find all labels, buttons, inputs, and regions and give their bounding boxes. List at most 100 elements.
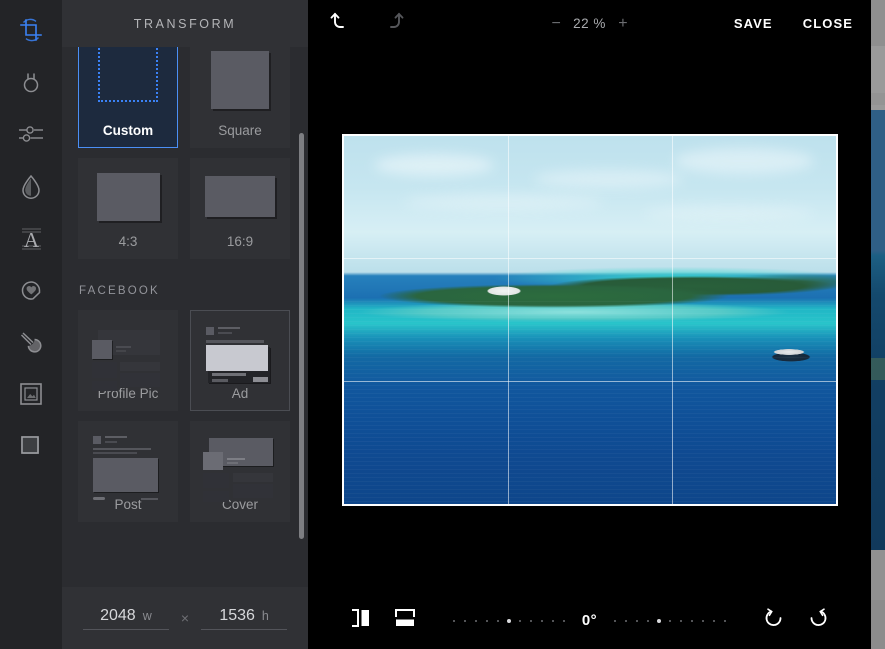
preset-label: Post <box>114 497 142 512</box>
transform-panel: TRANSFORM Custom Square 4:3 16:9 FACEBOO… <box>62 0 308 649</box>
rail-item-adjust[interactable] <box>0 108 62 160</box>
dial-tick <box>664 619 675 622</box>
zoom-in-button[interactable]: + <box>616 15 630 33</box>
rail-item-sticker[interactable] <box>0 264 62 316</box>
dial-tick <box>675 619 686 622</box>
save-button[interactable]: SAVE <box>734 16 773 31</box>
preset-tile-custom[interactable]: Custom <box>78 47 178 148</box>
rail-item-text[interactable]: A <box>0 212 62 264</box>
topbar-actions: SAVE CLOSE <box>734 16 853 31</box>
preset-art-ad <box>191 311 289 386</box>
rotation-value: 0° <box>581 612 598 629</box>
dotted-crop-icon <box>98 47 158 102</box>
zoom-out-button[interactable]: − <box>549 15 563 33</box>
flip-vertical-button[interactable] <box>383 601 427 641</box>
crop-frame[interactable] <box>341 133 838 506</box>
preset-tile-4-3[interactable]: 4:3 <box>78 158 178 259</box>
dial-tick <box>548 619 559 622</box>
dial-tick <box>697 619 708 622</box>
dial-tick <box>526 619 537 622</box>
rail-item-vignette[interactable] <box>0 420 62 472</box>
height-unit: h <box>261 608 269 623</box>
section-title-facebook: FACEBOOK <box>79 285 160 297</box>
preset-art-profile-pic <box>79 311 177 391</box>
rotation-dial[interactable]: 0° <box>449 612 730 629</box>
preset-tile-ad[interactable]: Ad <box>190 310 290 411</box>
dial-tick <box>449 619 460 622</box>
dial-tick <box>708 619 719 622</box>
dial-tick-major <box>653 618 664 623</box>
preset-tile-profile-pic[interactable]: Profile Pic <box>78 310 178 411</box>
dial-tick <box>537 619 548 622</box>
panel-header: TRANSFORM <box>62 0 308 47</box>
redo-icon <box>382 9 406 38</box>
panel-title: TRANSFORM <box>133 16 237 31</box>
height-value: 1536 <box>219 606 255 624</box>
flip-vertical-icon <box>394 608 416 633</box>
dial-ticks-right <box>609 618 730 623</box>
frame-icon <box>18 381 44 407</box>
dial-tick <box>620 619 631 622</box>
dial-tick <box>609 619 620 622</box>
bottom-toolbar: 0° <box>308 592 871 649</box>
rail-item-light[interactable] <box>0 56 62 108</box>
rail-item-brush[interactable] <box>0 316 62 368</box>
width-field[interactable]: 2048 w <box>82 606 169 630</box>
top-toolbar: − 22 % + SAVE CLOSE <box>308 0 871 47</box>
flip-horizontal-button[interactable] <box>339 601 383 641</box>
preset-label: 4:3 <box>118 234 138 249</box>
dial-tick <box>471 619 482 622</box>
rotate-counterclockwise-icon <box>763 607 785 634</box>
dial-tick <box>719 619 730 622</box>
close-button[interactable]: CLOSE <box>803 16 853 31</box>
text-a-icon: A <box>18 225 45 252</box>
preset-tile-post[interactable]: Post <box>78 421 178 522</box>
aspect-preset-grid: Custom Square 4:3 16:9 <box>78 47 292 259</box>
svg-text:A: A <box>23 228 39 252</box>
dial-tick <box>642 619 653 622</box>
vignette-square-icon <box>18 433 44 459</box>
rotate-clockwise-icon <box>807 607 829 634</box>
dimension-bar: 2048 w × 1536 h <box>62 587 308 649</box>
zoom-level: 22 % <box>573 16 606 31</box>
dial-tick-major <box>504 618 515 623</box>
ratio-swatch <box>96 172 160 221</box>
panel-scrollbar[interactable] <box>299 133 304 539</box>
dial-tick <box>493 619 504 622</box>
sticker-heart-icon <box>18 277 45 304</box>
dial-tick <box>559 619 570 622</box>
width-value: 2048 <box>100 606 136 624</box>
dial-tick <box>460 619 471 622</box>
preset-tile-cover[interactable]: Cover <box>190 421 290 522</box>
sliders-icon <box>17 121 45 147</box>
undo-icon <box>328 9 352 38</box>
rail-item-color[interactable] <box>0 160 62 212</box>
preset-art-custom <box>79 47 177 123</box>
height-field[interactable]: 1536 h <box>201 606 288 630</box>
preset-art-post <box>79 422 177 500</box>
preset-art-cover <box>191 422 289 502</box>
light-bulb-icon <box>18 69 44 95</box>
preset-label: Custom <box>102 123 154 138</box>
brush-icon <box>18 329 45 356</box>
flip-horizontal-icon <box>350 608 372 633</box>
preset-label: 16:9 <box>226 234 254 249</box>
preset-label: Ad <box>231 386 249 401</box>
rail-item-transform[interactable] <box>0 4 62 56</box>
canvas-stage[interactable] <box>308 47 871 592</box>
preset-tile-16-9[interactable]: 16:9 <box>190 158 290 259</box>
facebook-preset-grid: Profile Pic Ad Post Cover <box>78 310 292 522</box>
rotate-clockwise-button[interactable] <box>796 601 840 641</box>
droplet-icon <box>19 173 43 200</box>
undo-button[interactable] <box>318 4 362 44</box>
width-unit: w <box>142 608 152 623</box>
tool-rail: A <box>0 0 62 649</box>
redo-button[interactable] <box>372 4 416 44</box>
preset-art-4-3 <box>79 159 177 234</box>
preset-tile-square[interactable]: Square <box>190 47 290 148</box>
dial-tick <box>482 619 493 622</box>
rotate-counterclockwise-button[interactable] <box>752 601 796 641</box>
zoom-controls: − 22 % + <box>549 15 630 33</box>
panel-scroll-area[interactable]: Custom Square 4:3 16:9 FACEBOOK Profile … <box>62 47 308 587</box>
rail-item-frame[interactable] <box>0 368 62 420</box>
